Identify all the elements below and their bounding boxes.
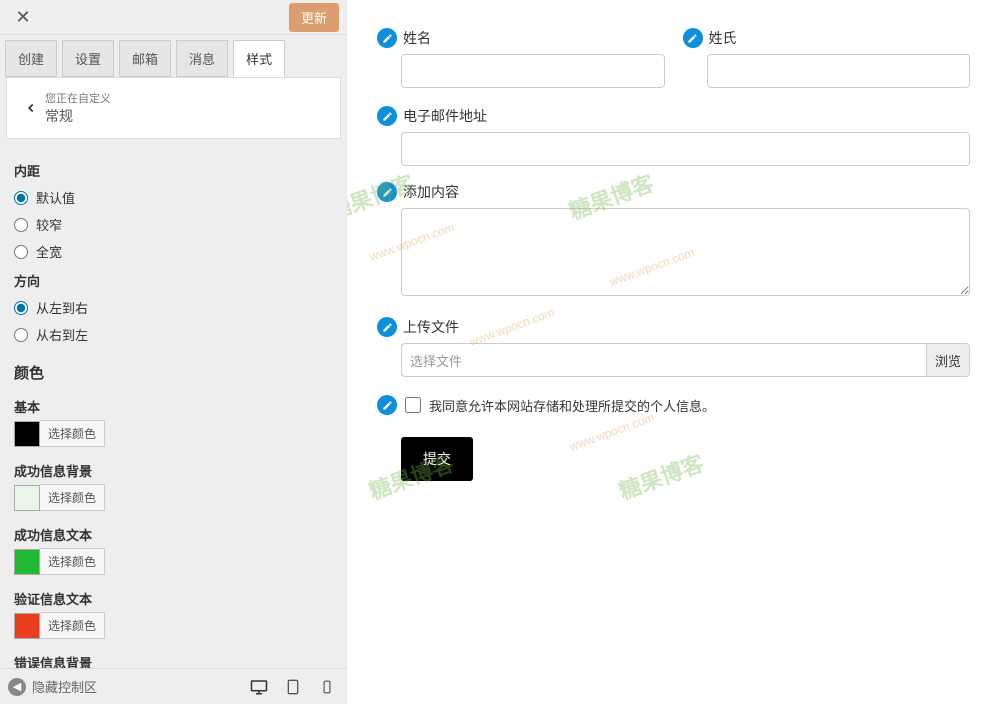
edit-field-icon[interactable] — [377, 182, 397, 202]
content-label: 添加内容 — [403, 182, 459, 202]
color-label-basic: 基本 — [14, 397, 333, 416]
radio-label: 默认值 — [36, 188, 75, 207]
color-pick-button[interactable]: 选择颜色 — [40, 548, 105, 575]
email-label: 电子邮件地址 — [403, 106, 487, 126]
last-name-label: 姓氏 — [709, 28, 737, 48]
radio-direction-rtl[interactable]: 从右到左 — [14, 325, 333, 344]
tab-style[interactable]: 样式 — [233, 40, 285, 77]
panel-subtitle: 您正在自定义 — [45, 90, 111, 106]
back-arrow-icon[interactable] — [17, 94, 45, 122]
desktop-icon[interactable] — [247, 675, 271, 699]
color-swatch-validation-text[interactable] — [14, 613, 40, 639]
edit-field-icon[interactable] — [377, 106, 397, 126]
radio-label: 从右到左 — [36, 325, 88, 344]
email-input[interactable] — [401, 132, 970, 166]
radio-padding-full[interactable]: 全宽 — [14, 242, 333, 261]
color-label-success-text: 成功信息文本 — [14, 525, 333, 544]
radio-padding-default[interactable]: 默认值 — [14, 188, 333, 207]
tab-create[interactable]: 创建 — [5, 40, 57, 77]
watermark-url: www.wpocn.com — [567, 410, 656, 454]
close-icon[interactable]: ✕ — [8, 2, 38, 32]
color-pick-button[interactable]: 选择颜色 — [40, 420, 105, 447]
last-name-input[interactable] — [707, 54, 971, 88]
consent-label: 我同意允许本网站存储和处理所提交的个人信息。 — [429, 396, 715, 415]
panel-title: 常规 — [45, 106, 111, 126]
mobile-icon[interactable] — [315, 675, 339, 699]
color-swatch-basic[interactable] — [14, 421, 40, 447]
content-textarea[interactable] — [401, 208, 970, 296]
color-swatch-success-bg[interactable] — [14, 485, 40, 511]
radio-label: 较窄 — [36, 215, 62, 234]
collapse-label: 隐藏控制区 — [32, 677, 97, 696]
tab-email[interactable]: 邮箱 — [119, 40, 171, 77]
tablet-icon[interactable] — [281, 675, 305, 699]
tab-settings[interactable]: 设置 — [62, 40, 114, 77]
file-input[interactable]: 选择文件 — [401, 343, 926, 377]
radio-label: 从左到右 — [36, 298, 88, 317]
radio-input[interactable] — [14, 328, 28, 342]
section-padding-title: 内距 — [14, 161, 333, 180]
collapse-controls[interactable]: ◀ 隐藏控制区 — [8, 677, 97, 696]
submit-button[interactable]: 提交 — [401, 437, 473, 481]
edit-field-icon[interactable] — [377, 395, 397, 415]
browse-button[interactable]: 浏览 — [926, 343, 970, 377]
color-pick-button[interactable]: 选择颜色 — [40, 612, 105, 639]
tab-messages[interactable]: 消息 — [176, 40, 228, 77]
radio-input[interactable] — [14, 191, 28, 205]
watermark: 糖果博客 — [614, 446, 708, 506]
edit-field-icon[interactable] — [683, 28, 703, 48]
consent-checkbox[interactable] — [405, 397, 421, 413]
color-swatch-success-text[interactable] — [14, 549, 40, 575]
edit-field-icon[interactable] — [377, 317, 397, 337]
edit-field-icon[interactable] — [377, 28, 397, 48]
radio-direction-ltr[interactable]: 从左到右 — [14, 298, 333, 317]
radio-input[interactable] — [14, 245, 28, 259]
first-name-input[interactable] — [401, 54, 665, 88]
color-label-success-bg: 成功信息背景 — [14, 461, 333, 480]
update-button[interactable]: 更新 — [289, 3, 339, 32]
color-label-validation-text: 验证信息文本 — [14, 589, 333, 608]
color-pick-button[interactable]: 选择颜色 — [40, 484, 105, 511]
section-direction-title: 方向 — [14, 271, 333, 290]
radio-input[interactable] — [14, 218, 28, 232]
collapse-icon: ◀ — [8, 678, 26, 696]
radio-input[interactable] — [14, 301, 28, 315]
first-name-label: 姓名 — [403, 28, 431, 48]
radio-label: 全宽 — [36, 242, 62, 261]
radio-padding-narrow[interactable]: 较窄 — [14, 215, 333, 234]
section-colors-title: 颜色 — [14, 362, 333, 383]
upload-label: 上传文件 — [403, 317, 459, 337]
